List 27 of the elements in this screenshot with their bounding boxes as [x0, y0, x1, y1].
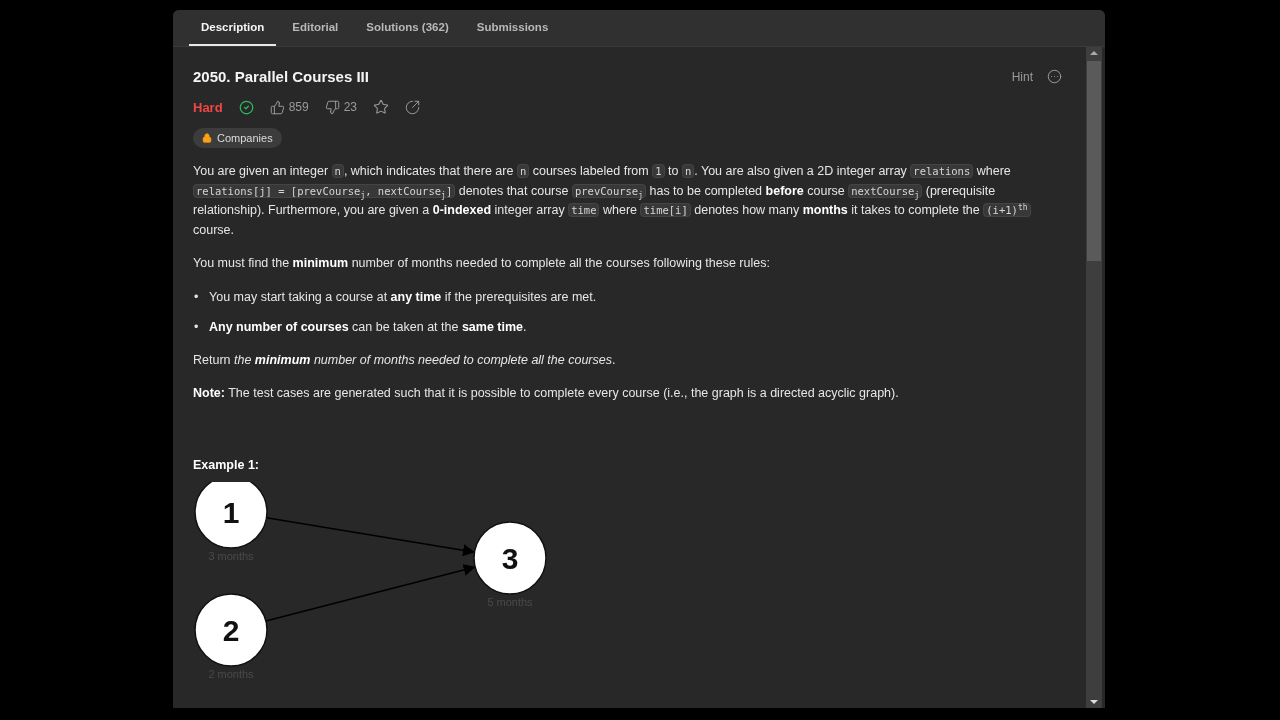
- graph-node: 3: [473, 520, 547, 595]
- bullet-marker: •: [193, 318, 200, 336]
- bullet-marker: •: [193, 288, 200, 306]
- description-paragraph: Return the minimum number of months needed to complete all the courses.: [193, 351, 617, 369]
- share-icon[interactable]: [405, 99, 420, 115]
- tab[interactable]: Submissions: [464, 10, 561, 46]
- rule-text: Any number of courses can be taken at the same time.: [209, 318, 527, 336]
- dislike-button[interactable]: 23: [324, 99, 357, 115]
- description-paragraph: You are given an integer n , which indicates that there are n courses labeled from 1 to n . You are also given a 2D integer array relations where relations[j] = [prevCourse$_{j}$, nextCourse$_{j}$] denotes that course prevCourse$_{j}$ has to be completed before course nextCourse$_{j}$ (prerequisite relationship). Furthermore, you are given a 0-indexed integer array time where time[i] denotes how many months it takes to complete the (i+1)$^{th}$ course.: [193, 162, 1062, 240]
- lock-icon: [202, 133, 212, 143]
- problem-title: 2050. Parallel Courses III: [193, 68, 369, 85]
- example-title: Example 1:: [193, 457, 260, 472]
- scrollbar[interactable]: [1086, 47, 1102, 708]
- tab[interactable]: Editorial: [280, 10, 351, 46]
- more-icon[interactable]: [1047, 69, 1062, 84]
- difficulty-label: Hard: [193, 99, 223, 115]
- graph-node: 2: [194, 592, 268, 667]
- tab[interactable]: Description: [189, 10, 277, 46]
- tab[interactable]: Solutions (362): [354, 10, 461, 46]
- description-paragraph: Note: The test cases are generated such that it is possible to complete every course (i.e., the graph is a directed acyclic graph).: [193, 385, 900, 402]
- graph-node: 1: [194, 481, 268, 549]
- description-paragraph: You must find the minimum number of months needed to complete all the courses following these rules:: [193, 255, 771, 272]
- star-icon[interactable]: [373, 99, 389, 115]
- like-button[interactable]: 859: [269, 99, 309, 115]
- rule-text: You may start taking a course at any time if the prerequisites are met.: [209, 288, 597, 306]
- hint-button[interactable]: Hint: [1011, 69, 1033, 84]
- companies-tag[interactable]: Companies: [193, 128, 282, 148]
